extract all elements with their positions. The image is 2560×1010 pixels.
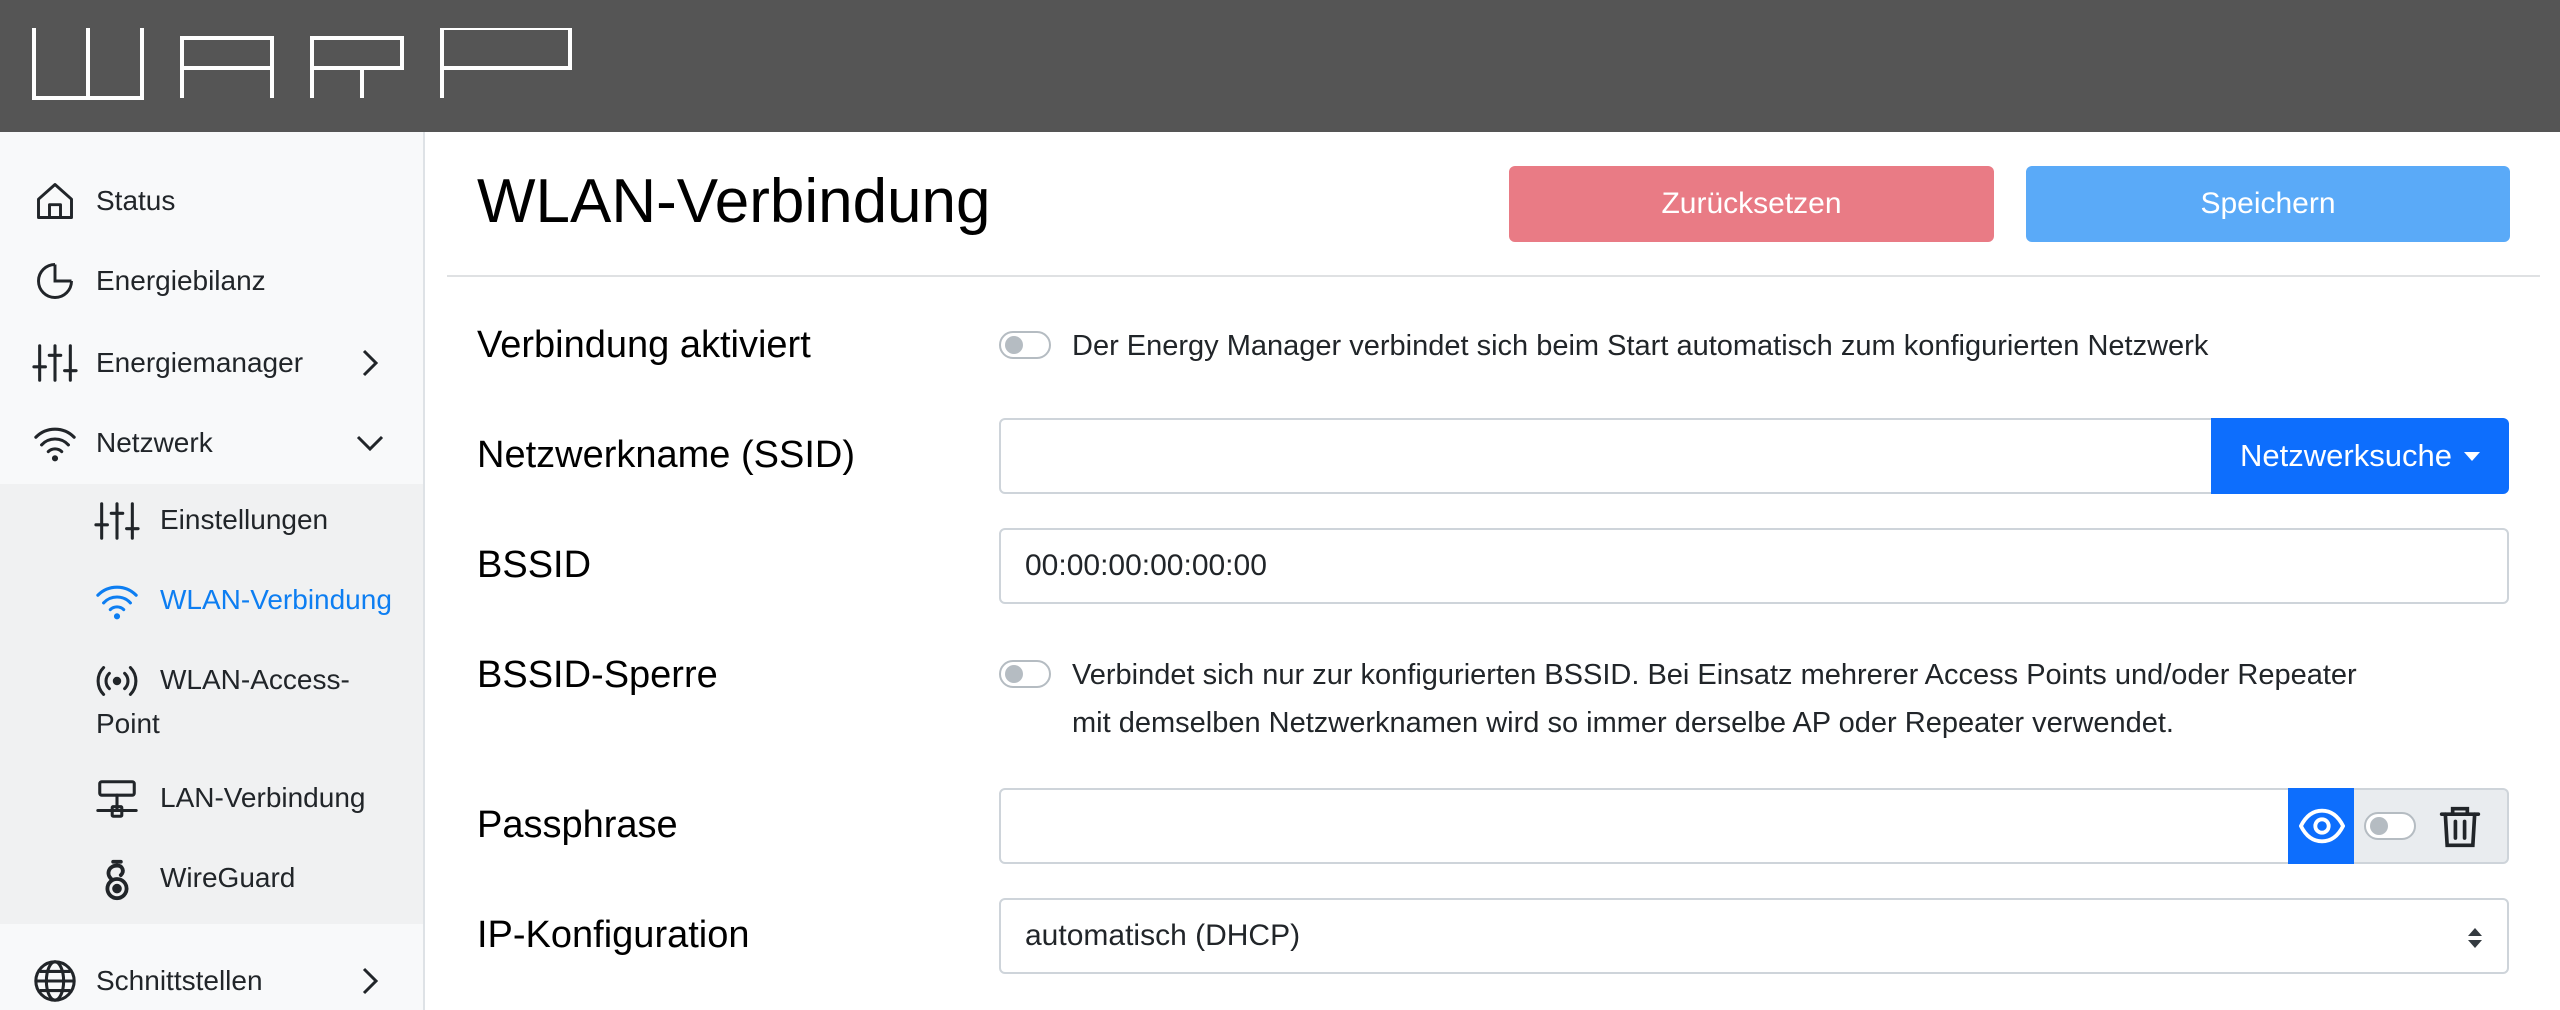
sidebar-item-label: Energiebilanz: [96, 265, 266, 296]
sidebar-subitem-label: WireGuard: [160, 862, 296, 893]
bssid-lock-switch[interactable]: [999, 660, 1051, 688]
chevron-right-icon[interactable]: [352, 345, 388, 381]
pie-chart-icon: [32, 258, 78, 304]
enabled-help-text: Der Energy Manager verbindet sich beim S…: [1072, 330, 2209, 362]
wifi-icon: [32, 420, 78, 466]
sidebar-item-label: Energiemanager: [96, 347, 304, 378]
sidebar: Status Energiebilanz Energiemanager Netz…: [0, 132, 425, 1010]
sidebar-subitem-wireguard[interactable]: WireGuard: [0, 856, 423, 902]
enabled-label: Verbindung aktiviert: [477, 324, 811, 366]
sidebar-subitem-label: WLAN-Access-: [160, 664, 350, 695]
ip-config-select[interactable]: automatisch (DHCP): [999, 898, 2509, 974]
sliders-icon: [32, 340, 78, 386]
globe-icon: [32, 958, 78, 1004]
sidebar-subitem-label: WLAN-Verbindung: [160, 584, 392, 615]
passphrase-addon: [2354, 788, 2509, 864]
sidebar-subitem-label: LAN-Verbindung: [160, 782, 366, 813]
bssid-lock-label: BSSID-Sperre: [477, 654, 718, 696]
sidebar-subitem-wlan-verbindung[interactable]: WLAN-Verbindung: [0, 578, 423, 624]
ethernet-icon: [94, 776, 140, 822]
wireguard-icon: [94, 856, 140, 902]
eye-icon: [2299, 808, 2345, 844]
wifi-icon: [94, 578, 140, 624]
ssid-label: Netzwerkname (SSID): [477, 434, 855, 476]
passphrase-label: Passphrase: [477, 804, 678, 846]
sidebar-item-label: Netzwerk: [96, 427, 213, 458]
network-scan-button[interactable]: Netzwerksuche: [2211, 418, 2509, 494]
reset-button[interactable]: Zurücksetzen: [1509, 166, 1994, 242]
caret-down-icon: [2463, 451, 2480, 461]
netzwerk-submenu: Einstellungen WLAN-Verbindung WLAN-Acces…: [0, 484, 423, 924]
sidebar-item-schnittstellen[interactable]: Schnittstellen: [0, 958, 423, 1004]
sidebar-item-label: Schnittstellen: [96, 965, 263, 996]
save-button[interactable]: Speichern: [2026, 166, 2510, 242]
bssid-lock-help-line2: mit demselben Netzwerknamen wird so imme…: [1072, 707, 2174, 739]
sidebar-item-status[interactable]: Status: [0, 178, 423, 224]
sidebar-item-energiebilanz[interactable]: Energiebilanz: [0, 258, 423, 304]
ip-config-selected: automatisch (DHCP): [1025, 919, 1301, 952]
network-scan-label: Netzwerksuche: [2240, 438, 2452, 473]
broadcast-icon: [94, 658, 140, 704]
sidebar-subitem-einstellungen[interactable]: Einstellungen: [0, 498, 423, 544]
passphrase-input[interactable]: [999, 788, 2291, 864]
bssid-lock-help-line1: Verbindet sich nur zur konfigurierten BS…: [1072, 659, 2357, 691]
sidebar-item-netzwerk[interactable]: Netzwerk: [0, 420, 423, 466]
sidebar-item-label: Status: [96, 185, 176, 216]
sidebar-item-energiemanager[interactable]: Energiemanager: [0, 340, 423, 386]
chevron-right-icon[interactable]: [352, 963, 388, 999]
sidebar-subitem-label-line2: Point: [96, 708, 160, 739]
warp-logo[interactable]: [32, 28, 572, 100]
bssid-label: BSSID: [477, 544, 592, 586]
sidebar-subitem-wlan-access-point[interactable]: WLAN-Access- Point: [0, 658, 423, 750]
chevron-down-icon[interactable]: [352, 425, 388, 461]
page-title: WLAN-Verbindung: [477, 167, 991, 236]
home-icon: [32, 178, 78, 224]
ssid-input[interactable]: [999, 418, 2213, 494]
bssid-input[interactable]: [999, 528, 2509, 604]
trash-icon[interactable]: [2438, 804, 2482, 850]
sidebar-subitem-label: Einstellungen: [160, 504, 329, 535]
top-bar: [0, 0, 2560, 132]
enabled-switch[interactable]: [999, 331, 1051, 359]
sliders-icon: [94, 498, 140, 544]
show-password-button[interactable]: [2288, 788, 2356, 864]
ip-config-label: IP-Konfiguration: [477, 914, 750, 956]
clear-passphrase-switch[interactable]: [2364, 812, 2416, 840]
title-divider: [447, 275, 2540, 277]
sidebar-subitem-lan-verbindung[interactable]: LAN-Verbindung: [0, 776, 423, 822]
select-arrows-icon: [2468, 928, 2482, 948]
